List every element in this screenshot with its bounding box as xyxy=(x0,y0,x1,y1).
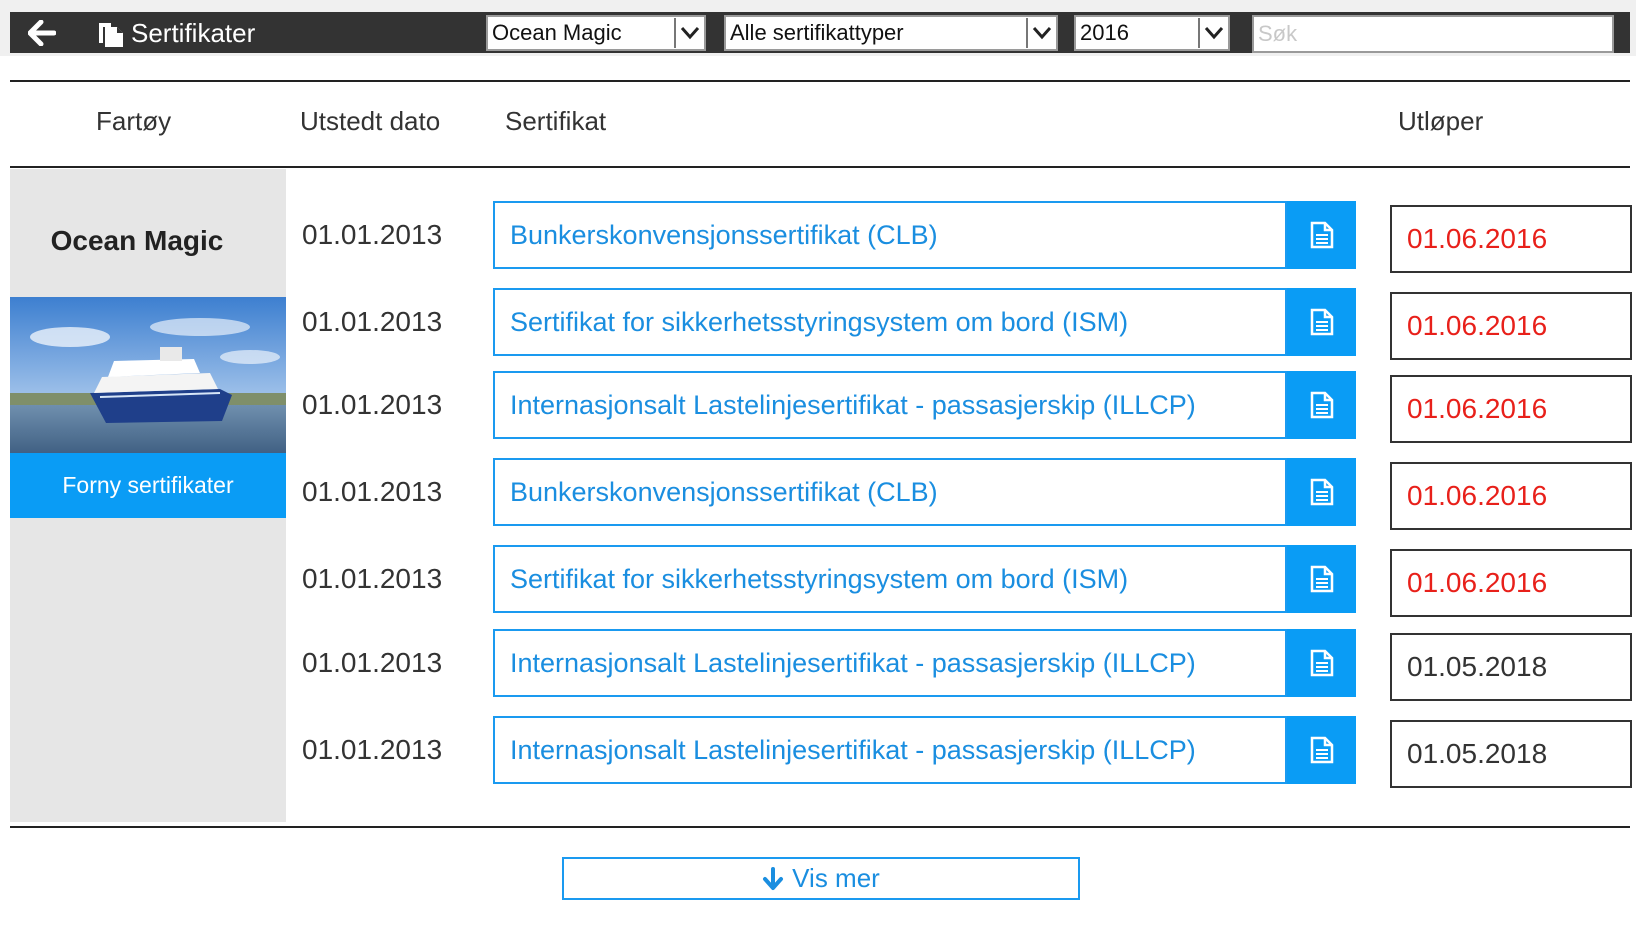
open-document-button[interactable] xyxy=(1287,288,1356,356)
issued-date: 01.01.2013 xyxy=(302,306,443,337)
header-bottom-rule xyxy=(10,166,1630,168)
table-row: 01.01.2013 Internasjonsalt Lastelinjesert… xyxy=(0,371,1636,443)
table-row: 01.01.2013 Internasjonsalt Lastelinjesert… xyxy=(0,716,1636,788)
certificate-type-select[interactable]: Alle sertifikattyper xyxy=(724,15,1058,51)
certificate-link[interactable]: Bunkerskonvensjonssertifikat (CLB) xyxy=(493,458,1287,526)
expiry-date: 01.06.2016 xyxy=(1390,549,1632,617)
search-field[interactable] xyxy=(1252,15,1614,53)
column-header-issued: Utstedt dato xyxy=(300,106,441,136)
document-icon xyxy=(1310,221,1333,249)
certificate-link[interactable]: Sertifikat for sikkerhetsstyringsystem o… xyxy=(493,545,1287,613)
open-document-button[interactable] xyxy=(1287,371,1356,439)
certificate-link[interactable]: Bunkerskonvensjonssertifikat (CLB) xyxy=(493,201,1287,269)
document-icon xyxy=(1310,391,1333,419)
certificate-name: Sertifikat for sikkerhetsstyringsystem o… xyxy=(510,306,1129,337)
expiry-date: 01.06.2016 xyxy=(1390,205,1632,273)
show-more-button[interactable]: Vis mer xyxy=(562,857,1080,900)
page-title: Sertifikater xyxy=(97,17,255,49)
expiry-date: 01.05.2018 xyxy=(1390,633,1632,701)
certificate-name: Sertifikat for sikkerhetsstyringsystem o… xyxy=(510,563,1129,594)
expiry-date: 01.05.2018 xyxy=(1390,720,1632,788)
issued-date: 01.01.2013 xyxy=(302,476,443,507)
open-document-button[interactable] xyxy=(1287,458,1356,526)
table-row: 01.01.2013 Internasjonsalt Lastelinjesert… xyxy=(0,629,1636,701)
list-bottom-rule xyxy=(10,826,1630,828)
certificate-link[interactable]: Internasjonsalt Lastelinjesertifikat - p… xyxy=(493,629,1287,697)
expiry-date: 01.06.2016 xyxy=(1390,292,1632,360)
table-row: 01.01.2013 Sertifikat for sikkerhetsstyri… xyxy=(0,545,1636,617)
year-select[interactable]: 2016 xyxy=(1074,15,1230,51)
table-row: 01.01.2013 Bunkerskonvensjonssertifikat (… xyxy=(0,201,1636,273)
certificate-name: Bunkerskonvensjonssertifikat (CLB) xyxy=(510,476,938,507)
documents-icon xyxy=(99,23,123,47)
page-title-text: Sertifikater xyxy=(131,17,256,48)
chevron-down-icon xyxy=(1026,18,1056,48)
document-icon xyxy=(1310,478,1333,506)
table-row: 01.01.2013 Sertifikat for sikkerhetsstyri… xyxy=(0,288,1636,360)
column-header-certificate: Sertifikat xyxy=(505,106,607,136)
expiry-date: 01.06.2016 xyxy=(1390,375,1632,443)
open-document-button[interactable] xyxy=(1287,629,1356,697)
back-button[interactable] xyxy=(27,19,58,47)
certificates-page: Sertifikater Ocean Magic Alle sertifikat… xyxy=(0,0,1636,928)
certificate-link[interactable]: Sertifikat for sikkerhetsstyringsystem o… xyxy=(493,288,1287,356)
open-document-button[interactable] xyxy=(1287,201,1356,269)
document-icon xyxy=(1310,565,1333,593)
chevron-down-icon xyxy=(1198,18,1228,48)
arrow-left-icon xyxy=(27,19,57,47)
document-icon xyxy=(1310,736,1333,764)
open-document-button[interactable] xyxy=(1287,716,1356,784)
year-select-value: 2016 xyxy=(1080,20,1129,45)
arrow-down-icon xyxy=(763,866,784,890)
certificate-type-select-value: Alle sertifikattyper xyxy=(730,20,904,45)
issued-date: 01.01.2013 xyxy=(302,389,443,420)
column-header-expires: Utløper xyxy=(1398,106,1484,136)
document-icon xyxy=(1310,308,1333,336)
header-top-rule xyxy=(10,80,1630,82)
certificate-link[interactable]: Internasjonsalt Lastelinjesertifikat - p… xyxy=(493,371,1287,439)
issued-date: 01.01.2013 xyxy=(302,563,443,594)
vessel-select-value: Ocean Magic xyxy=(492,20,622,45)
column-header-vessel: Fartøy xyxy=(96,106,172,136)
certificate-name: Internasjonsalt Lastelinjesertifikat - p… xyxy=(510,647,1196,678)
certificate-name: Internasjonsalt Lastelinjesertifikat - p… xyxy=(510,389,1196,420)
vessel-select[interactable]: Ocean Magic xyxy=(486,15,706,51)
search-input[interactable] xyxy=(1254,17,1612,51)
show-more-label: Vis mer xyxy=(792,863,880,893)
certificate-name: Internasjonsalt Lastelinjesertifikat - p… xyxy=(510,734,1196,765)
issued-date: 01.01.2013 xyxy=(302,734,443,765)
certificate-name: Bunkerskonvensjonssertifikat (CLB) xyxy=(510,219,938,250)
document-icon xyxy=(1310,649,1333,677)
expiry-date: 01.06.2016 xyxy=(1390,462,1632,530)
issued-date: 01.01.2013 xyxy=(302,219,443,250)
top-bar: Sertifikater Ocean Magic Alle sertifikat… xyxy=(0,0,1636,56)
certificate-link[interactable]: Internasjonsalt Lastelinjesertifikat - p… xyxy=(493,716,1287,784)
issued-date: 01.01.2013 xyxy=(302,647,443,678)
table-row: 01.01.2013 Bunkerskonvensjonssertifikat (… xyxy=(0,458,1636,530)
chevron-down-icon xyxy=(674,18,704,48)
open-document-button[interactable] xyxy=(1287,545,1356,613)
